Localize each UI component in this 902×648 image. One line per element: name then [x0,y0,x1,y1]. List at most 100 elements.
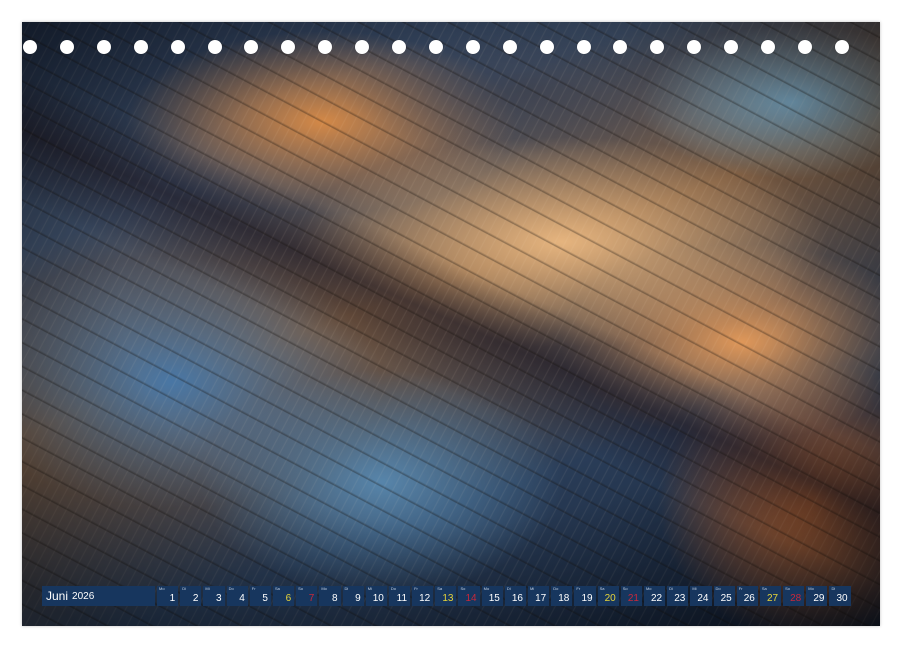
day-cell: Di 2 [180,586,201,606]
day-number: 2 [193,593,199,604]
day-number: 25 [721,593,732,604]
weekday-abbrev: Mo [808,587,814,591]
day-cell: Mo15 [482,586,503,606]
binding-hole [60,40,74,54]
weekday-abbrev: Do [229,587,234,591]
weekday-abbrev: So [623,587,628,591]
weekday-abbrev: Sa [600,587,605,591]
weekday-abbrev: Mi [530,587,534,591]
binding-hole [761,40,775,54]
day-cell: Fr 5 [250,586,271,606]
day-number: 18 [558,593,569,604]
binding-hole [134,40,148,54]
day-number: 22 [651,593,662,604]
day-number: 24 [697,593,708,604]
binding-hole [798,40,812,54]
binding-hole [466,40,480,54]
day-number: 13 [442,593,453,604]
binding-hole [23,40,37,54]
weekday-abbrev: Di [345,587,349,591]
day-number: 11 [397,593,407,604]
day-cell: Sa 6 [273,586,294,606]
binding-hole [208,40,222,54]
day-number: 17 [535,593,546,604]
day-number: 6 [286,593,292,604]
day-cell: Do4 [227,586,248,606]
day-cell: Do11 [389,586,410,606]
weekday-abbrev: Di [669,587,673,591]
weekday-abbrev: So [785,587,790,591]
day-number: 29 [813,593,824,604]
binding-hole [724,40,738,54]
weekday-abbrev: So [298,587,303,591]
binding-hole [355,40,369,54]
weekday-abbrev: Mi [205,587,209,591]
binding-hole [429,40,443,54]
photo-vignette [22,22,880,626]
day-cell: Fr26 [737,586,758,606]
day-number: 30 [837,593,848,604]
day-cell: So14 [458,586,479,606]
weekday-abbrev: Sa [437,587,442,591]
weekday-abbrev: Mi [368,587,372,591]
day-cell: So21 [621,586,642,606]
binding-hole [392,40,406,54]
day-cell: So28 [783,586,804,606]
day-number: 8 [332,593,338,604]
day-cell: Mo1 [157,586,178,606]
weekday-abbrev: Do [716,587,721,591]
weekday-abbrev: Mo [321,587,327,591]
binding-hole [540,40,554,54]
weekday-abbrev: Di [182,587,186,591]
day-number: 5 [262,593,268,604]
weekday-abbrev: Fr [414,587,418,591]
photo-shadow-band [22,74,880,590]
binding-hole [835,40,849,54]
weekday-abbrev: Fr [252,587,256,591]
month-name: Juni [46,589,68,603]
weekday-abbrev: Mi [692,587,696,591]
day-number: 14 [466,593,477,604]
day-cell: So 7 [296,586,317,606]
day-number: 26 [744,593,755,604]
day-number: 21 [628,593,639,604]
weekday-abbrev: Sa [275,587,280,591]
month-label-box: Juni 2026 [42,586,155,606]
day-cell: Di23 [667,586,688,606]
day-cell: Mo 29 [806,586,827,606]
calendar-page [22,22,880,626]
day-cell: Di30 [829,586,850,606]
weekday-abbrev: Mo [484,587,490,591]
photo-grain-texture [22,22,880,626]
weekday-abbrev: Do [391,587,396,591]
day-cell: Sa13 [435,586,456,606]
day-cell: Mi3 [203,586,224,606]
calendar-strip: Juni 2026 Mo1Di2Mi3Do4Fr5Sa6So7Mo8Di9Mi1… [42,586,853,606]
weekday-abbrev: Di [507,587,511,591]
day-cell: Sa20 [598,586,619,606]
day-cell: Mo 8 [319,586,340,606]
weekday-abbrev: Do [553,587,558,591]
day-number: 28 [790,593,801,604]
day-number: 10 [373,593,384,604]
weekday-abbrev: Fr [576,587,580,591]
day-number: 27 [767,593,778,604]
binding-hole [503,40,517,54]
day-cell: Mi17 [528,586,549,606]
day-number: 23 [674,593,685,604]
day-cell: Mo 22 [644,586,665,606]
day-number: 7 [309,593,315,604]
weekday-abbrev: So [460,587,465,591]
year-label: 2026 [72,591,94,602]
day-cell: Mi24 [690,586,711,606]
weekday-abbrev: Fr [739,587,743,591]
day-cell: Di16 [505,586,526,606]
day-cell: Do25 [714,586,735,606]
day-number: 12 [419,593,430,604]
day-cell: Fr12 [412,586,433,606]
day-cell: Fr19 [574,586,595,606]
weekday-abbrev: Sa [762,587,767,591]
weekday-abbrev: Mo [646,587,652,591]
day-cell: Sa27 [760,586,781,606]
day-number: 1 [170,593,176,604]
